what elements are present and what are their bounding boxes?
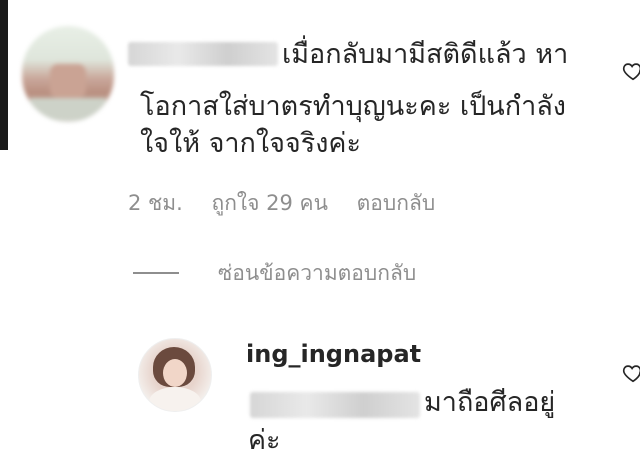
reply-user-avatar[interactable]	[138, 338, 212, 412]
reply-like-heart-icon[interactable]	[622, 362, 640, 384]
comment-text-line-2: โอกาสใส่บาตรทำบุญนะคะ เป็นกำลัง	[140, 91, 566, 122]
background-strip	[0, 0, 8, 150]
like-heart-icon[interactable]	[622, 60, 640, 82]
reply-text-line-1: มาถือศีลอยู่	[424, 387, 556, 418]
comment-text-line-3: ใจให้ จากใจจริงค่ะ	[140, 128, 361, 159]
replies-toggle-line	[133, 272, 179, 274]
reply-text-line-2: ค่ะ	[248, 425, 281, 456]
comment-timestamp: 2 ชม.	[128, 191, 183, 215]
reply-username[interactable]: ing_ingnapat	[246, 340, 421, 368]
reply-mention-blurred[interactable]	[250, 392, 420, 418]
commenter-avatar[interactable]	[22, 26, 114, 122]
comment-meta-row: 2 ชม. ถูกใจ 29 คน ตอบกลับ	[128, 187, 457, 220]
commenter-username-blurred[interactable]	[128, 42, 278, 66]
hide-replies-button[interactable]: ซ่อนข้อความตอบกลับ	[218, 257, 416, 290]
comment-text-line-1: เมื่อกลับมามีสติดีแล้ว หา	[282, 39, 569, 70]
comment-reply-button[interactable]: ตอบกลับ	[357, 191, 436, 215]
comment-likes-count[interactable]: ถูกใจ 29 คน	[212, 191, 328, 215]
